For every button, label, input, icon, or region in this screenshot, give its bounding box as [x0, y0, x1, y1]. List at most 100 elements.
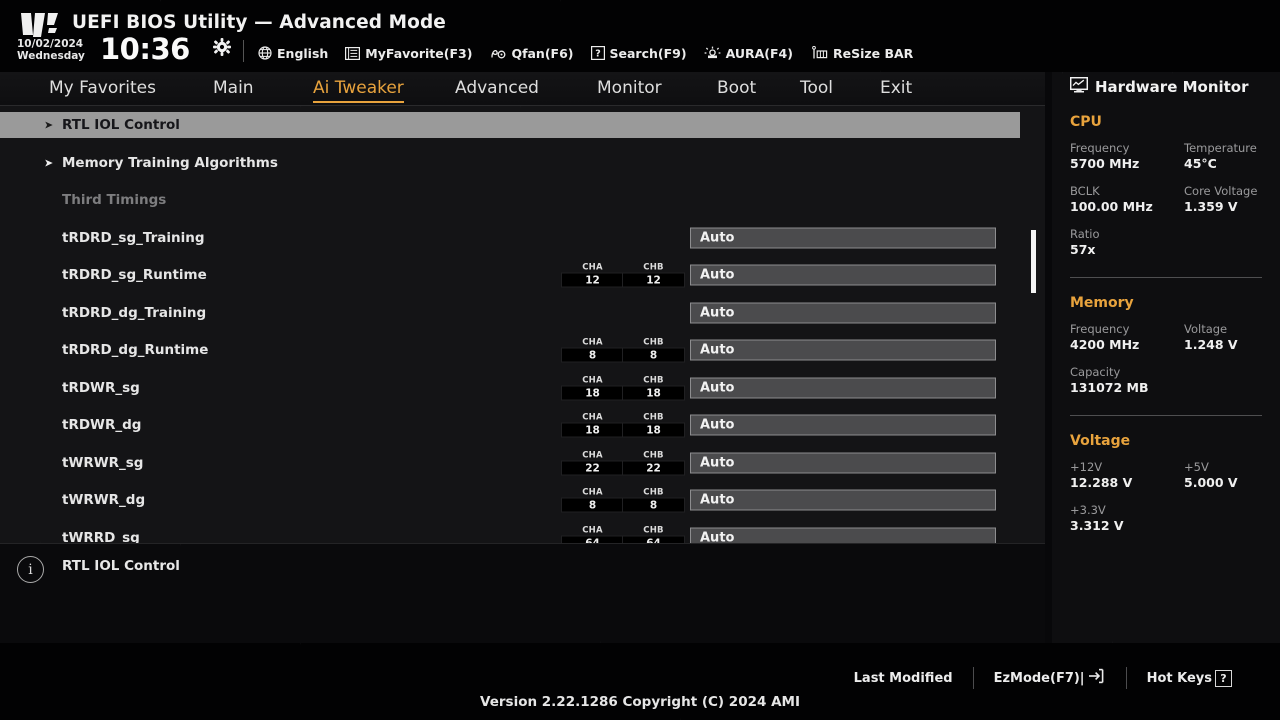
channel-cha-label: CHA	[582, 375, 603, 385]
myfavorite-button[interactable]: MyFavorite(F3)	[345, 46, 472, 61]
hw-metric: Core Voltage 1.359 V	[1184, 184, 1264, 215]
hw-metric-value: 100.00 MHz	[1070, 199, 1153, 214]
search-button[interactable]: ? Search(F9)	[590, 46, 687, 61]
qfan-button[interactable]: Qfan(F6)	[489, 46, 574, 61]
setting-row[interactable]: tRDRD_dg_Training Auto	[0, 300, 1020, 326]
tab-boot[interactable]: Boot	[717, 78, 756, 100]
setting-value-field[interactable]: Auto	[690, 489, 996, 511]
datetime-display: 10/02/2024 Wednesday	[17, 38, 85, 62]
hw-metric-label: Voltage	[1184, 322, 1228, 336]
setting-value-field[interactable]: Auto	[690, 452, 996, 473]
tab-main[interactable]: Main	[213, 78, 254, 100]
content-scrollbar-thumb[interactable]	[1031, 230, 1036, 293]
setting-value-field[interactable]: Auto	[690, 264, 996, 286]
setting-value-text: Auto	[700, 530, 735, 543]
setting-row[interactable]: tRDRD_dg_Runtime CHA 8 CHB 8 Auto	[0, 337, 1020, 363]
language-button[interactable]: English	[258, 46, 328, 61]
submenu-row[interactable]: ➤ RTL IOL Control	[0, 112, 1020, 138]
last-modified-label: Last Modified	[853, 670, 953, 686]
setting-value-field[interactable]: Auto	[690, 414, 996, 436]
channel-chb-group: CHB 8	[622, 488, 685, 513]
last-modified-button[interactable]: Last Modified	[834, 671, 973, 686]
page-title: UEFI BIOS Utility — Advanced Mode	[72, 12, 446, 33]
channel-chb-label: CHB	[643, 487, 664, 498]
hw-section-divider	[1070, 277, 1262, 278]
channel-chb-value: 64	[622, 535, 685, 543]
hw-metric-value: 12.288 V	[1070, 475, 1133, 490]
question-box-icon: ?	[1215, 669, 1232, 687]
setting-value-field[interactable]: Auto	[690, 302, 996, 323]
setting-label: tWRWR_sg	[62, 454, 144, 471]
submenu-arrow-icon: ➤	[44, 156, 54, 169]
hw-metric-value: 5700 MHz	[1070, 156, 1140, 171]
setting-row[interactable]: tRDRD_sg_Training Auto	[0, 225, 1020, 251]
hw-metric-label: +5V	[1184, 460, 1209, 474]
setting-row[interactable]: tWRWR_dg CHA 8 CHB 8 Auto	[0, 487, 1020, 513]
setting-value-field[interactable]: Auto	[690, 377, 996, 398]
gear-icon[interactable]	[213, 38, 231, 56]
setting-value-field[interactable]: Auto	[690, 339, 996, 361]
channel-chb-value: 8	[622, 347, 685, 363]
channel-cha-value: 8	[561, 497, 624, 513]
hw-metric: Temperature 45°C	[1184, 141, 1264, 172]
hw-metric-label: Capacity	[1070, 365, 1121, 379]
main-nav-tabs: My Favorites Main Ai Tweaker Advanced Monito…	[0, 72, 1045, 106]
hw-metric: BCLK 100.00 MHz	[1070, 184, 1184, 215]
setting-value-text: Auto	[700, 342, 735, 358]
resize-bar-label: ReSize BAR	[832, 45, 914, 61]
ezmode-button[interactable]: EzMode(F7)|	[974, 668, 1126, 688]
hw-metric-label: Core Voltage	[1184, 184, 1258, 198]
fan-icon	[489, 46, 506, 60]
setting-row[interactable]: tWRWR_sg CHA 22 CHB 22 Auto	[0, 450, 1020, 476]
hw-metric-label: Frequency	[1070, 141, 1130, 155]
date-text: 10/02/2024	[17, 38, 84, 50]
tab-monitor[interactable]: Monitor	[597, 78, 662, 100]
setting-row[interactable]: tRDRD_sg_Runtime CHA 12 CHB 12 Auto	[0, 262, 1020, 288]
channel-chb-group: CHB 12	[622, 263, 685, 288]
channel-chb-label: CHB	[643, 412, 664, 423]
channel-chb-label: CHB	[643, 337, 664, 348]
channel-cha-label: CHA	[582, 337, 603, 348]
setting-row[interactable]: tWRRD_sg CHA 64 CHB 64 Auto	[0, 525, 1020, 543]
tab-exit[interactable]: Exit	[880, 78, 912, 100]
top-header: UEFI BIOS Utility — Advanced Mode 10/02/…	[0, 0, 1280, 72]
channel-cha-value: 18	[561, 422, 624, 438]
aura-button[interactable]: AURA(F4)	[704, 46, 793, 61]
channel-chb-group: CHB 64	[622, 525, 685, 543]
setting-label: tWRWR_dg	[62, 492, 146, 508]
tab-my-favorites[interactable]: My Favorites	[49, 78, 156, 100]
hw-section-grid: Frequency 5700 MHz Temperature 45°C BCLK 100.…	[1068, 141, 1264, 270]
section-heading-row: Third Timings	[0, 187, 1020, 213]
channel-cha-value: 22	[561, 460, 624, 475]
hw-metric-label: Ratio	[1070, 227, 1100, 241]
hw-metric-value: 131072 MB	[1070, 380, 1149, 395]
channel-cha-value: 8	[561, 347, 624, 363]
submenu-arrow-icon: ➤	[44, 118, 54, 132]
hotkeys-button[interactable]: Hot Keys ?	[1127, 669, 1252, 687]
version-text: Version 2.22.1286 Copyright (C) 2024 AMI	[480, 694, 800, 710]
setting-row[interactable]: tRDWR_sg CHA 18 CHB 18 Auto	[0, 375, 1020, 401]
resize-bar-button[interactable]: ReSize BAR	[810, 46, 913, 61]
weekday-text: Wednesday	[17, 50, 85, 62]
channel-cha-label: CHA	[582, 525, 603, 535]
hw-section-title: Voltage	[1070, 433, 1131, 449]
hw-metric-label: Temperature	[1184, 141, 1257, 155]
hw-metric-value: 1.359 V	[1184, 199, 1238, 214]
hw-section-title: CPU	[1070, 114, 1102, 130]
submenu-row[interactable]: ➤ Memory Training Algorithms	[0, 150, 1020, 176]
hw-metric: Capacity 131072 MB	[1070, 365, 1184, 396]
channel-chb-group: CHB 8	[622, 338, 685, 363]
content-scrollbar-track[interactable]	[1031, 106, 1036, 543]
hw-metric: Frequency 4200 MHz	[1070, 322, 1184, 353]
channel-chb-group: CHB 22	[622, 450, 685, 475]
setting-row[interactable]: tRDWR_dg CHA 18 CHB 18 Auto	[0, 412, 1020, 438]
resize-bar-icon	[810, 46, 828, 60]
hardware-monitor-sections: CPU Frequency 5700 MHz Temperature 45°C BCLK 1…	[1068, 114, 1264, 546]
setting-value-field[interactable]: Auto	[690, 227, 996, 248]
tab-tool[interactable]: Tool	[800, 78, 833, 100]
language-label: English	[277, 45, 329, 61]
tab-advanced[interactable]: Advanced	[455, 78, 539, 100]
setting-value-field[interactable]: Auto	[690, 527, 996, 543]
hw-metric: +5V 5.000 V	[1184, 460, 1264, 491]
tab-ai-tweaker[interactable]: Ai Tweaker	[313, 78, 404, 103]
